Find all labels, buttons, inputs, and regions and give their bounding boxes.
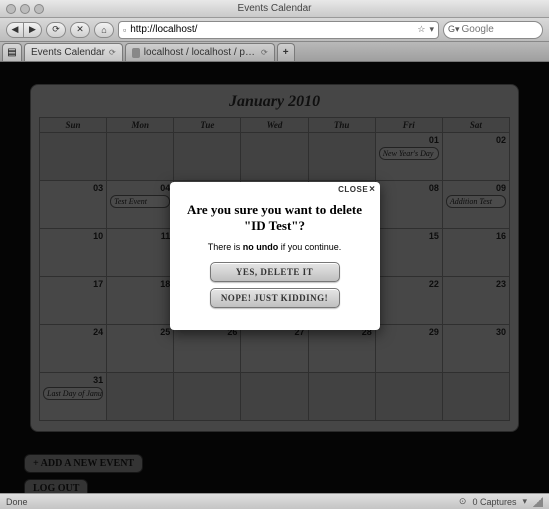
forward-button[interactable]: ▶	[24, 22, 42, 38]
minimize-window-button[interactable]	[20, 4, 30, 14]
tab-phpmyadmin[interactable]: localhost / localhost / php-jqu… ⟳	[125, 43, 275, 61]
tab-label: Events Calendar	[31, 47, 105, 58]
search-bar[interactable]: G▾	[443, 21, 543, 39]
zoom-window-button[interactable]	[34, 4, 44, 14]
favicon-icon	[132, 48, 140, 58]
close-window-button[interactable]	[6, 4, 16, 14]
home-button[interactable]: ⌂	[94, 22, 114, 38]
search-input[interactable]	[462, 24, 549, 35]
window-title: Events Calendar	[0, 3, 549, 14]
page-viewport: January 2010 Sun Mon Tue Wed Thu Fri Sat…	[0, 62, 549, 493]
bookmarks-toggle[interactable]: ▤	[2, 43, 22, 61]
tab-label: localhost / localhost / php-jqu…	[144, 47, 257, 58]
status-menu-icon[interactable]: ▾	[522, 496, 527, 507]
modal-body: There is no undo if you continue.	[184, 242, 366, 252]
modal-close-button[interactable]: CLOSE	[338, 184, 375, 195]
stop-button[interactable]: ✕	[70, 22, 90, 38]
cancel-delete-button[interactable]: NOPE! JUST KIDDING!	[210, 288, 340, 308]
tab-events-calendar[interactable]: Events Calendar ⟳	[24, 43, 123, 61]
url-bar[interactable]: ▫ ☆ ▾	[118, 21, 439, 39]
search-engine-icon[interactable]: G▾	[448, 24, 460, 35]
reload-button[interactable]: ⟳	[46, 22, 66, 38]
browser-toolbar: ◀ ▶ ⟳ ✕ ⌂ ▫ ☆ ▾ G▾	[0, 18, 549, 42]
tab-strip: ▤ Events Calendar ⟳ localhost / localhos…	[0, 42, 549, 62]
url-input[interactable]	[130, 24, 413, 35]
tab-close-icon[interactable]: ⟳	[261, 48, 268, 57]
site-icon: ▫	[123, 25, 126, 35]
new-tab-button[interactable]: +	[277, 43, 295, 61]
tab-close-icon[interactable]: ⟳	[109, 48, 116, 57]
resize-handle[interactable]	[533, 497, 543, 507]
captures-count: 0 Captures	[472, 497, 516, 507]
confirm-delete-button[interactable]: YES, DELETE IT	[210, 262, 340, 282]
feed-icon[interactable]: ▾	[429, 24, 434, 35]
modal-heading: Are you sure you want to delete "ID Test…	[184, 202, 366, 234]
confirm-delete-modal: CLOSE Are you sure you want to delete "I…	[170, 182, 380, 330]
status-bar: Done ⊙ 0 Captures ▾	[0, 493, 549, 509]
window-titlebar: Events Calendar	[0, 0, 549, 18]
status-text: Done	[6, 497, 28, 507]
bookmark-star-icon[interactable]: ☆	[417, 24, 425, 35]
back-button[interactable]: ◀	[6, 22, 24, 38]
capture-icon[interactable]: ⊙	[459, 496, 467, 507]
